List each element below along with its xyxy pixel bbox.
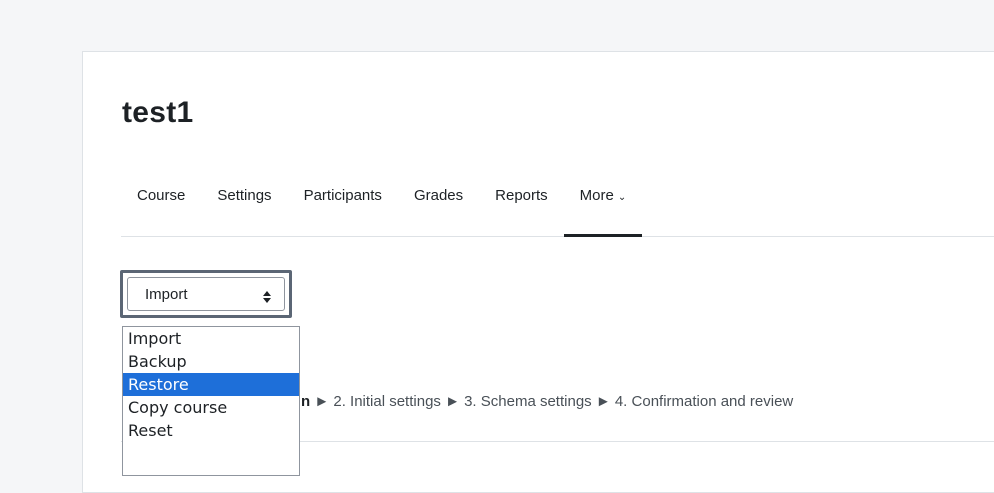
tab-label: More [579,187,614,204]
step-rest: ► 2. Initial settings ► 3. Schema settin… [310,393,794,410]
tab-course[interactable]: Course [121,174,201,236]
tab-reports[interactable]: Reports [479,174,564,236]
sort-arrows-icon [263,291,271,303]
tab-label: Grades [413,187,464,204]
option-reset[interactable]: Reset [123,419,299,442]
tab-grades[interactable]: Grades [398,174,479,236]
action-select-value: Import [145,285,188,303]
page-title: test1 [122,96,194,129]
course-navigation: Course Settings Participants Grades Repo… [121,174,994,237]
option-import[interactable]: Import [123,327,299,350]
tab-participants[interactable]: Participants [288,174,398,236]
tab-more[interactable]: More ⌄ [563,174,643,237]
tab-label: Participants [303,187,382,204]
tab-settings[interactable]: Settings [201,174,287,236]
action-select-field[interactable]: Import [127,277,285,311]
tab-label: Reports [495,187,548,204]
restore-steps: n ► 2. Initial settings ► 3. Schema sett… [301,393,793,410]
option-backup[interactable]: Backup [123,350,299,373]
action-select[interactable]: Import [120,270,292,318]
tab-label: Course [137,187,186,204]
action-select-dropdown: Import Backup Restore Copy course Reset [122,326,300,476]
step-current: n [301,393,311,410]
option-restore[interactable]: Restore [123,373,299,396]
option-copy-course[interactable]: Copy course [123,396,299,419]
tab-label: Settings [217,187,272,204]
chevron-down-icon: ⌄ [617,192,627,203]
